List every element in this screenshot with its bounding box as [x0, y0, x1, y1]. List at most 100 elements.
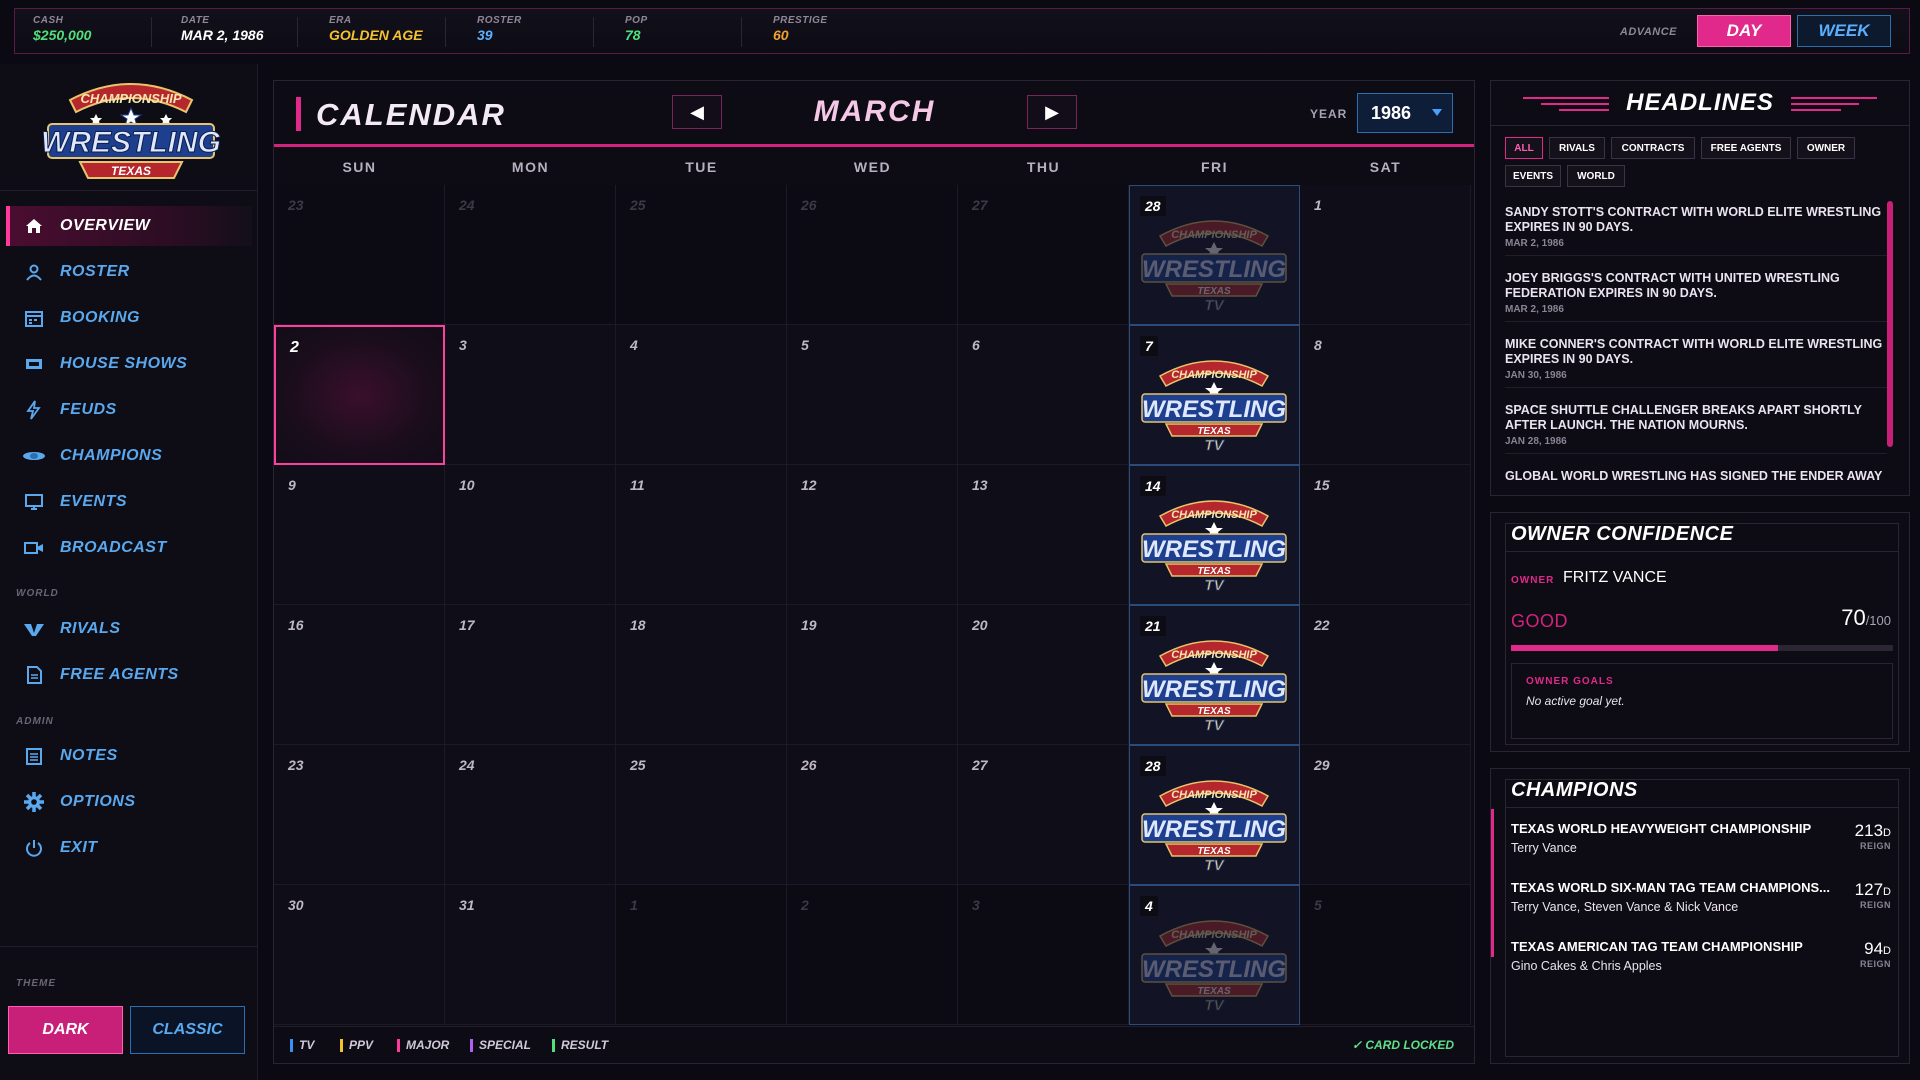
prev-month-button[interactable]: ◀ — [672, 95, 722, 129]
reign-unit: D — [1883, 945, 1891, 957]
tv-logo-top-text: CHAMPIONSHIP — [1171, 369, 1257, 381]
calendar-day[interactable]: 6 — [958, 325, 1129, 465]
filter-tab-contracts[interactable]: CONTRACTS — [1611, 137, 1695, 159]
headline-decoration-right — [1791, 97, 1877, 111]
year-select[interactable]: 1986 — [1357, 93, 1453, 133]
calendar-day[interactable]: 13 — [958, 465, 1129, 605]
calendar-day[interactable]: 5 — [787, 325, 958, 465]
calendar-day-tv-show[interactable]: CHAMPIONSHIP WRESTLING TEXAS TV 21 — [1129, 605, 1300, 745]
nav-champions[interactable]: CHAMPIONS — [6, 436, 252, 476]
svg-text:CHAMPIONSHIP: CHAMPIONSHIP — [80, 91, 181, 106]
filter-tab-owner[interactable]: OWNER — [1797, 137, 1855, 159]
filter-tab-all[interactable]: ALL — [1505, 137, 1543, 159]
calendar-day[interactable]: 25 — [616, 185, 787, 325]
calendar-day[interactable]: 23 — [274, 745, 445, 885]
calendar-day-tv-show[interactable]: CHAMPIONSHIP WRESTLING TEXAS TV 28 — [1129, 185, 1300, 325]
calendar-day[interactable]: 2 — [787, 885, 958, 1025]
headline-item[interactable]: JOEY BRIGGS'S CONTRACT WITH UNITED WREST… — [1505, 271, 1887, 322]
calendar-day[interactable]: 18 — [616, 605, 787, 745]
tv-logo-bottom-text: TEXAS — [1197, 706, 1231, 717]
nav-booking[interactable]: BOOKING — [6, 298, 252, 338]
calendar-day[interactable]: 19 — [787, 605, 958, 745]
tv-logo-top-text: CHAMPIONSHIP — [1171, 789, 1257, 801]
nav-exit[interactable]: EXIT — [6, 828, 252, 868]
filter-tab-free-agents[interactable]: FREE AGENTS — [1701, 137, 1791, 159]
calendar-day[interactable]: 23 — [274, 185, 445, 325]
calendar-day[interactable]: 25 — [616, 745, 787, 885]
calendar-day[interactable]: 30 — [274, 885, 445, 1025]
calendar-day[interactable]: 10 — [445, 465, 616, 605]
calendar-day[interactable]: 22 — [1300, 605, 1471, 745]
filter-tab-rivals[interactable]: RIVALS — [1549, 137, 1605, 159]
filter-tab-world[interactable]: WORLD — [1567, 165, 1625, 187]
theme-dark-button[interactable]: DARK — [8, 1006, 123, 1054]
calendar-day[interactable]: 11 — [616, 465, 787, 605]
calendar-day[interactable]: 27 — [958, 185, 1129, 325]
nav-options-label: OPTIONS — [60, 793, 136, 810]
headline-item[interactable]: GLOBAL WORLD WRESTLING HAS SIGNED THE EN… — [1505, 469, 1887, 489]
advance-day-button[interactable]: DAY — [1697, 15, 1791, 47]
calendar-day[interactable]: 9 — [274, 465, 445, 605]
calendar-day[interactable]: 31 — [445, 885, 616, 1025]
nav-overview[interactable]: OVERVIEW — [6, 206, 252, 246]
calendar-day[interactable]: 27 — [958, 745, 1129, 885]
owner-confidence-title: OWNER CONFIDENCE — [1511, 523, 1734, 545]
headline-item[interactable]: MIKE CONNER'S CONTRACT WITH WORLD ELITE … — [1505, 337, 1887, 388]
nav-notes[interactable]: NOTES — [6, 736, 252, 776]
calendar-day[interactable]: 26 — [787, 745, 958, 885]
calendar-day[interactable]: 20 — [958, 605, 1129, 745]
stat-prestige-value: 60 — [773, 27, 789, 43]
day-number: 11 — [630, 477, 645, 493]
calendar-day[interactable]: 29 — [1300, 745, 1471, 885]
headlines-scrollbar[interactable] — [1887, 201, 1893, 447]
day-number: 8 — [1314, 337, 1322, 353]
reign-length: 94D REIGN — [1860, 939, 1891, 969]
calendar-day[interactable]: 16 — [274, 605, 445, 745]
nav-options[interactable]: OPTIONS — [6, 782, 252, 822]
filter-tab-events[interactable]: EVENTS — [1505, 165, 1561, 187]
headline-item[interactable]: SANDY STOTT'S CONTRACT WITH WORLD ELITE … — [1505, 205, 1887, 256]
nav-feuds[interactable]: FEUDS — [6, 390, 252, 430]
calendar-day[interactable]: 8 — [1300, 325, 1471, 465]
calendar-day[interactable]: 3 — [958, 885, 1129, 1025]
champion-row[interactable]: TEXAS WORLD HEAVYWEIGHT CHAMPIONSHIP Ter… — [1511, 821, 1891, 855]
nav-broadcast[interactable]: BROADCAST — [6, 528, 252, 568]
calendar-day[interactable]: 12 — [787, 465, 958, 605]
nav-house-shows[interactable]: HOUSE SHOWS — [6, 344, 252, 384]
calendar-day-tv-show[interactable]: CHAMPIONSHIP WRESTLING TEXAS TV 28 — [1129, 745, 1300, 885]
calendar-day[interactable]: 4 — [616, 325, 787, 465]
nav-rivals[interactable]: RIVALS — [6, 609, 252, 649]
calendar-day-tv-show[interactable]: CHAMPIONSHIP WRESTLING TEXAS TV 7 — [1129, 325, 1300, 465]
calendar-day[interactable]: 26 — [787, 185, 958, 325]
headline-item[interactable]: SPACE SHUTTLE CHALLENGER BREAKS APART SH… — [1505, 403, 1887, 454]
calendar-day-tv-show[interactable]: CHAMPIONSHIP WRESTLING TEXAS TV 14 — [1129, 465, 1300, 605]
calendar-day[interactable]: 5 — [1300, 885, 1471, 1025]
calendar-day[interactable]: 2 — [274, 325, 445, 465]
calendar-day[interactable]: 15 — [1300, 465, 1471, 605]
calendar-day[interactable]: 24 — [445, 185, 616, 325]
day-number: 1 — [1314, 197, 1322, 213]
day-number: 25 — [630, 757, 646, 773]
nav-events[interactable]: EVENTS — [6, 482, 252, 522]
calendar-day-tv-show[interactable]: CHAMPIONSHIP WRESTLING TEXAS TV 4 — [1129, 885, 1300, 1025]
nav-roster[interactable]: ROSTER — [6, 252, 252, 292]
nav-broadcast-label: BROADCAST — [60, 539, 167, 556]
calendar-day[interactable]: 17 — [445, 605, 616, 745]
stat-roster: ROSTER 39 — [475, 15, 522, 49]
theme-classic-button[interactable]: CLASSIC — [130, 1006, 245, 1054]
champion-row[interactable]: TEXAS AMERICAN TAG TEAM CHAMPIONSHIP Gin… — [1511, 939, 1891, 973]
tv-logo-bottom-text: TEXAS — [1197, 566, 1231, 577]
calendar-day[interactable]: 24 — [445, 745, 616, 885]
day-number: 20 — [972, 617, 988, 633]
legend-ppv: PPV — [340, 1038, 373, 1052]
nav-free-agents[interactable]: FREE AGENTS — [6, 655, 252, 695]
next-month-button[interactable]: ▶ — [1027, 95, 1077, 129]
confidence-bar-fill — [1511, 645, 1779, 651]
day-number: 28 — [1140, 756, 1166, 776]
champion-row[interactable]: TEXAS WORLD SIX-MAN TAG TEAM CHAMPIONS..… — [1511, 880, 1891, 914]
advance-week-button[interactable]: WEEK — [1797, 15, 1891, 47]
day-number: 19 — [801, 617, 817, 633]
calendar-day[interactable]: 3 — [445, 325, 616, 465]
calendar-day[interactable]: 1 — [616, 885, 787, 1025]
calendar-day[interactable]: 1 — [1300, 185, 1471, 325]
